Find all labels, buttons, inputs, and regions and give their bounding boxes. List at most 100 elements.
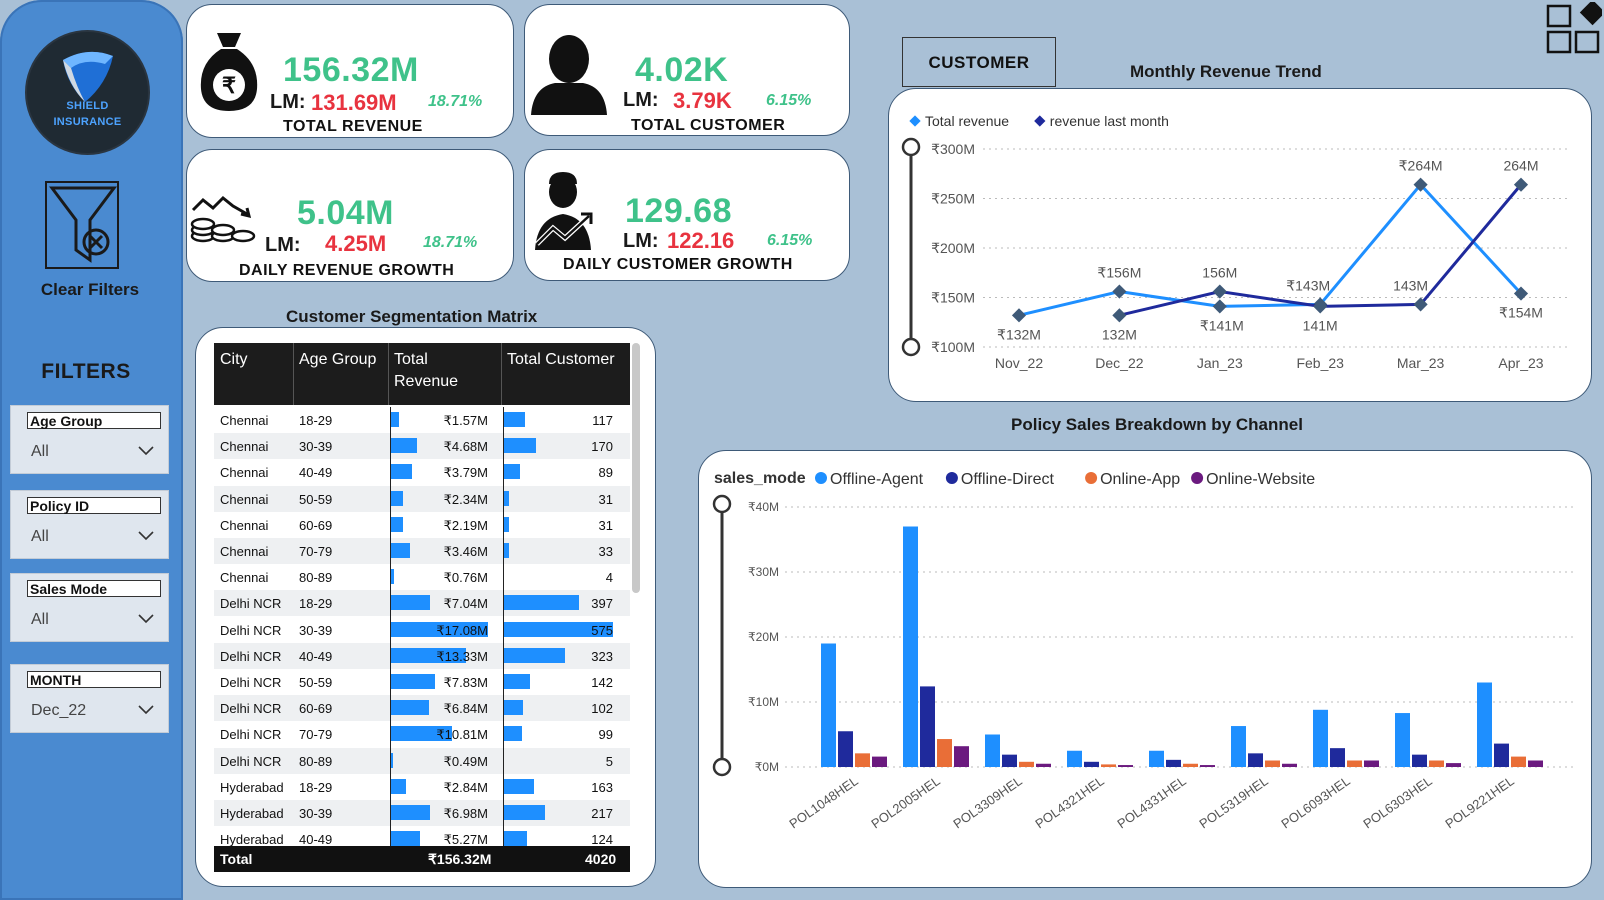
customer-cell: 31	[598, 491, 613, 507]
table-row[interactable]: Hyderabad 40-49 ₹5.27M 124	[214, 826, 630, 846]
total-customer-value: 4.02K	[635, 51, 729, 89]
slicer-value: All	[31, 611, 49, 628]
x-tick-label: POL6093HEL	[1278, 773, 1352, 831]
table-row[interactable]: Chennai 60-69 ₹2.19M 31	[214, 512, 630, 538]
bar	[1101, 764, 1116, 767]
city-cell: Chennai	[220, 465, 269, 481]
slicer-header: Age Group	[27, 412, 161, 429]
bar	[872, 756, 887, 767]
segmentation-matrix[interactable]: City Age Group Total Revenue Total Custo…	[214, 343, 640, 873]
table-row[interactable]: Delhi NCR 70-79 ₹10.81M 99	[214, 721, 630, 747]
chevron-down-icon[interactable]	[138, 614, 154, 624]
customer-cell: 89	[598, 465, 613, 481]
table-row[interactable]: Delhi NCR 30-39 ₹17.08M 575	[214, 617, 630, 643]
logo-text-line1: SHIELD	[66, 100, 109, 112]
age-group-cell: 50-59	[299, 491, 333, 507]
chevron-down-icon[interactable]	[138, 446, 154, 456]
page-navigator-icon[interactable]	[1546, 2, 1602, 54]
table-row[interactable]: Chennai 80-89 ₹0.76M 4	[214, 564, 630, 590]
city-cell: Chennai	[220, 491, 269, 507]
legend-marker	[1191, 472, 1204, 484]
daily-customer-lm-value: 122.16	[667, 228, 735, 253]
table-row[interactable]: Delhi NCR 50-59 ₹7.83M 142	[214, 669, 630, 695]
bar	[1183, 763, 1198, 767]
bar	[937, 739, 952, 767]
policy-id-slicer[interactable]: Policy ID All	[10, 490, 169, 559]
customer-page-button[interactable]: CUSTOMER	[902, 37, 1056, 87]
sales-mode-slicer[interactable]: Sales Mode All	[10, 573, 169, 642]
table-row[interactable]: Chennai 30-39 ₹4.68M 170	[214, 433, 630, 460]
chevron-down-icon[interactable]	[138, 531, 154, 541]
table-row[interactable]: Delhi NCR 60-69 ₹6.84M 102	[214, 695, 630, 722]
table-row[interactable]: Chennai 70-79 ₹3.46M 33	[214, 538, 630, 564]
bar	[1036, 763, 1051, 767]
city-cell: Hyderabad	[220, 832, 284, 846]
col-age-group[interactable]: Age Group	[299, 349, 376, 371]
data-point	[1011, 308, 1027, 323]
col-city[interactable]: City	[220, 349, 248, 371]
bar	[1084, 761, 1099, 767]
col-total-customer[interactable]: Total Customer	[507, 349, 615, 371]
x-tick-label: POL9221HEL	[1442, 773, 1516, 831]
legend-label: Online-App	[1100, 471, 1180, 488]
data-label: ₹156M	[1097, 265, 1141, 281]
customer-cell: 323	[591, 648, 613, 664]
customer-cell: 124	[591, 832, 613, 846]
table-row[interactable]: Chennai 50-59 ₹2.34M 31	[214, 485, 630, 512]
legend-marker	[1034, 115, 1046, 127]
x-tick-label: Mar_23	[1397, 355, 1445, 371]
revenue-cell: ₹3.46M	[443, 544, 488, 559]
bar	[1494, 743, 1509, 767]
daily-revenue-caption: DAILY REVENUE GROWTH	[239, 262, 455, 279]
legend-marker	[815, 472, 827, 484]
table-row[interactable]: Hyderabad 30-39 ₹6.98M 217	[214, 800, 630, 826]
clear-filters-button[interactable]: Clear Filters	[20, 180, 160, 300]
age-group-cell: 40-49	[299, 832, 333, 846]
age-group-slicer[interactable]: Age Group All	[10, 405, 169, 474]
data-point	[1112, 284, 1127, 299]
table-row[interactable]: Delhi NCR 40-49 ₹13.33M 323	[214, 642, 630, 669]
bar	[985, 734, 1000, 767]
y-tick-label: ₹0M	[755, 760, 779, 774]
total-revenue: ₹156.32M	[428, 851, 492, 867]
x-tick-label: POL6303HEL	[1360, 773, 1434, 831]
age-group-cell: 40-49	[299, 465, 333, 481]
bar	[1166, 759, 1181, 767]
money-bag-icon: ₹	[200, 33, 258, 111]
legend-label: Offline-Direct	[961, 471, 1055, 488]
series-line	[1119, 183, 1523, 317]
table-row[interactable]: Chennai 18-29 ₹1.57M 117	[214, 407, 630, 433]
city-cell: Delhi NCR	[220, 596, 282, 612]
city-cell: Delhi NCR	[220, 648, 282, 664]
revenue-cell: ₹1.57M	[443, 413, 488, 428]
bar	[1200, 765, 1215, 767]
bar	[1313, 709, 1328, 767]
table-row[interactable]: Delhi NCR 80-89 ₹0.49M 5	[214, 747, 630, 774]
customer-cell: 397	[591, 596, 613, 612]
age-group-cell: 70-79	[299, 544, 333, 559]
bar	[1019, 761, 1034, 767]
customer-cell: 170	[591, 439, 613, 455]
age-group-cell: 40-49	[299, 648, 333, 664]
data-label: 156M	[1202, 265, 1237, 281]
matrix-scrollbar[interactable]	[632, 343, 640, 593]
daily-revenue-card: 5.04M LM: 4.25M 18.71% DAILY REVENUE GRO…	[186, 149, 514, 282]
slider-handle-top	[901, 137, 921, 157]
table-row[interactable]: Chennai 40-49 ₹3.79M 89	[214, 459, 630, 485]
total-customer-card: 4.02K LM: 3.79K 6.15% TOTAL CUSTOMER	[524, 4, 850, 136]
revenue-cell: ₹2.34M	[443, 491, 488, 507]
bar	[855, 753, 870, 767]
slicer-value: All	[31, 443, 49, 460]
data-point	[1212, 299, 1227, 314]
col-total-revenue[interactable]: Total Revenue	[394, 349, 458, 393]
total-customers: 4020	[585, 851, 617, 867]
table-row[interactable]: Delhi NCR 18-29 ₹7.04M 397	[214, 590, 630, 617]
age-group-cell: 80-89	[299, 570, 333, 586]
city-cell: Delhi NCR	[220, 727, 282, 743]
bar	[821, 643, 836, 767]
filter-clear-icon	[45, 181, 119, 269]
month-slicer[interactable]: MONTH Dec_22	[10, 664, 169, 733]
chevron-down-icon[interactable]	[138, 705, 154, 715]
table-row[interactable]: Hyderabad 18-29 ₹2.84M 163	[214, 774, 630, 800]
matrix-body: Chennai 18-29 ₹1.57M 117 Chennai 30-39 ₹4.68M 1…	[214, 407, 630, 846]
